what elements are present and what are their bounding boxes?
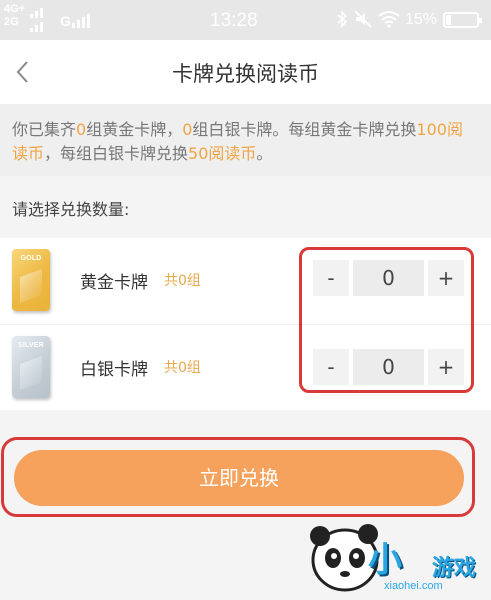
watermark-text: 小 bbox=[368, 540, 402, 580]
quantity-prompt: 请选择兑换数量: bbox=[12, 200, 130, 219]
highlight-box bbox=[299, 247, 474, 393]
gold-card-icon: GOLD bbox=[12, 249, 50, 311]
network-type-1: 4G+ bbox=[4, 3, 26, 15]
notice-text: 。 bbox=[256, 144, 273, 163]
network-type-3: G bbox=[60, 13, 71, 29]
clock: 13:28 bbox=[210, 10, 258, 31]
card-count: 共0组 bbox=[164, 273, 201, 289]
notice-text: ，每组白银卡牌兑换 bbox=[44, 144, 189, 163]
header: 卡牌兑换阅读币 bbox=[0, 40, 491, 104]
battery-icon bbox=[443, 12, 482, 28]
bluetooth-icon bbox=[336, 10, 348, 33]
card-count: 共0组 bbox=[164, 360, 201, 376]
mute-icon bbox=[354, 10, 372, 33]
card-name: 白银卡牌 bbox=[80, 360, 148, 380]
card-tag: GOLD bbox=[20, 255, 42, 262]
notice-text: 组黄金卡牌， bbox=[86, 120, 183, 139]
exchange-notice: 你已集齐0组黄金卡牌，0组白银卡牌。每组黄金卡牌兑换100阅读币，每组白银卡牌兑… bbox=[0, 104, 491, 176]
battery-percent: 15% bbox=[405, 11, 438, 28]
gold-sets-value: 0 bbox=[76, 120, 87, 139]
status-bar: 4G+ 2G G 13:28 15% bbox=[0, 0, 491, 40]
wifi-icon bbox=[378, 10, 400, 33]
watermark-text: 游戏 bbox=[432, 556, 477, 581]
silver-rate-value: 50阅读币 bbox=[188, 144, 257, 163]
page-title: 卡牌兑换阅读币 bbox=[172, 62, 319, 86]
card-tag: SILVER bbox=[18, 342, 44, 349]
notice-text: 组白银卡牌。每组黄金卡牌兑换 bbox=[192, 120, 417, 139]
watermark-url: xiaohei.com bbox=[384, 580, 443, 592]
network-type-2: 2G bbox=[4, 16, 19, 28]
silver-sets-value: 0 bbox=[182, 120, 193, 139]
signal-icon bbox=[30, 22, 43, 32]
card-name: 黄金卡牌 bbox=[80, 273, 148, 293]
signal-icon bbox=[72, 14, 90, 28]
notice-text: 你已集齐 bbox=[12, 120, 77, 139]
silver-card-icon: SILVER bbox=[12, 336, 50, 398]
signal-icon bbox=[30, 8, 43, 18]
highlight-box bbox=[1, 437, 475, 517]
